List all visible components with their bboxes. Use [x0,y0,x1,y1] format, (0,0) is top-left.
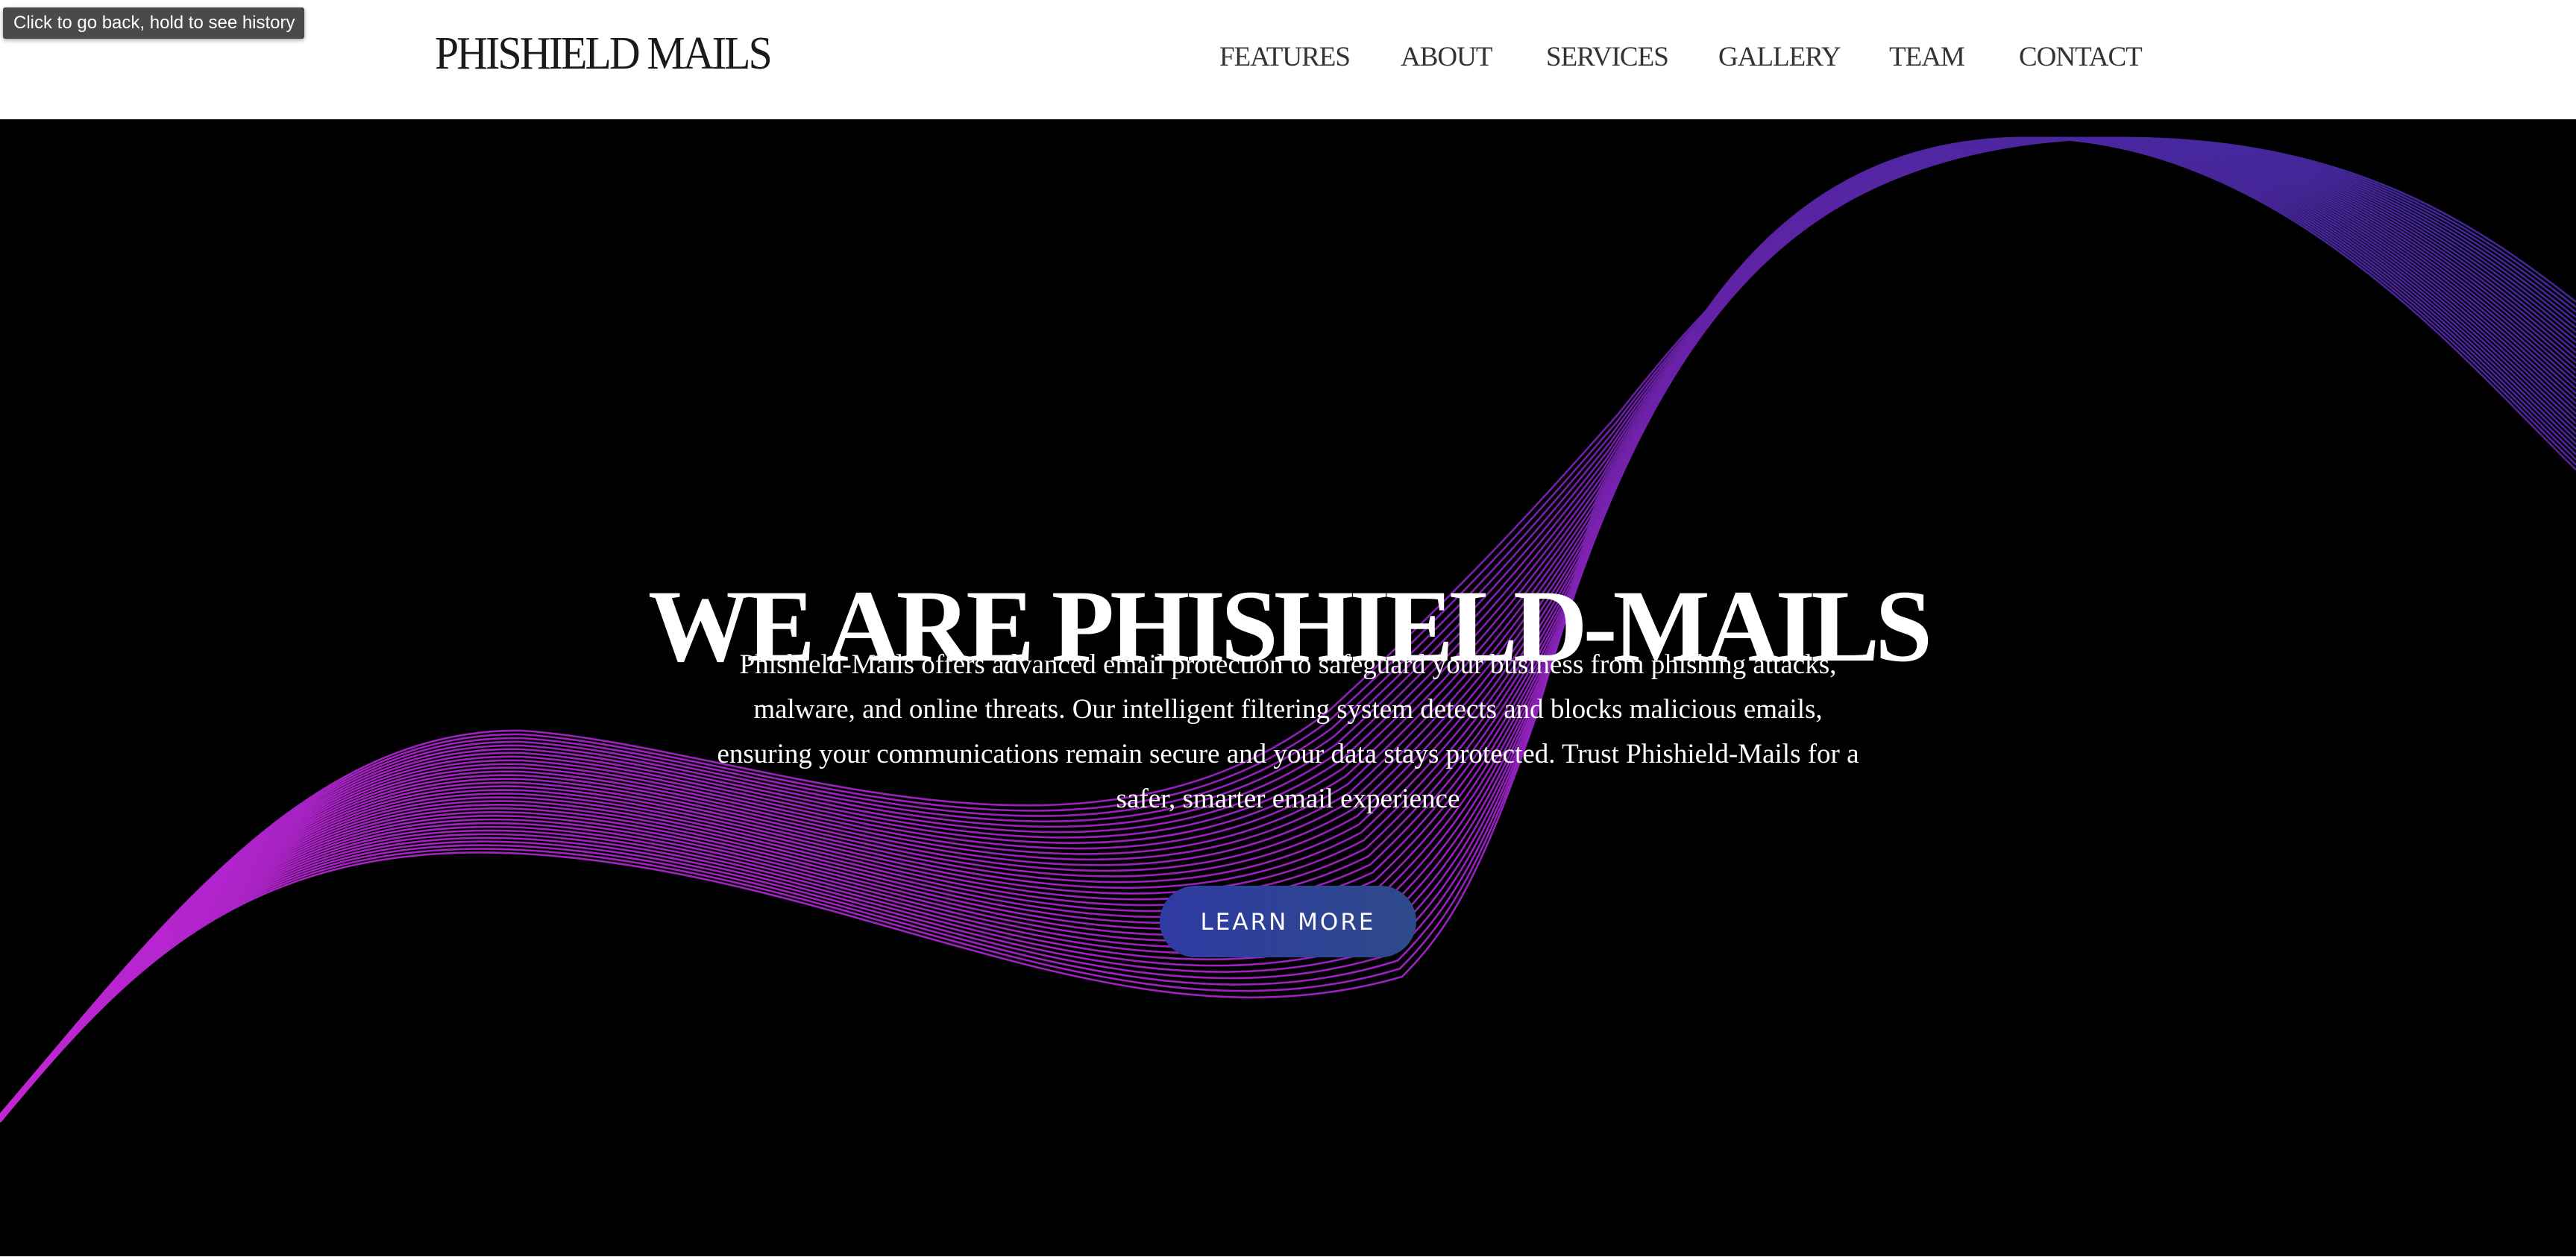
nav-link-team[interactable]: TEAM [1889,39,1965,76]
nav-link-features[interactable]: FEATURES [1219,39,1351,76]
nav-link-about[interactable]: ABOUT [1401,39,1492,76]
main-nav: FEATURES ABOUT SERVICES GALLERY TEAM CON… [1208,39,2143,76]
nav-link-gallery[interactable]: GALLERY [1718,39,1841,76]
back-history-tooltip: Click to go back, hold to see history [3,7,304,39]
hero-section: WE ARE PHISHIELD-MAILS Phishield-Mails o… [0,119,2576,1256]
nav-link-contact[interactable]: CONTACT [2019,39,2143,76]
top-navbar: PHISHIELD MAILS FEATURES ABOUT SERVICES … [0,0,2576,119]
site-logo[interactable]: PHISHIELD MAILS [435,27,773,81]
learn-more-button[interactable]: LEARN MORE [1160,886,1416,957]
nav-link-services[interactable]: SERVICES [1546,39,1669,76]
hero-description: Phishield-Mails offers advanced email pr… [717,649,1859,814]
